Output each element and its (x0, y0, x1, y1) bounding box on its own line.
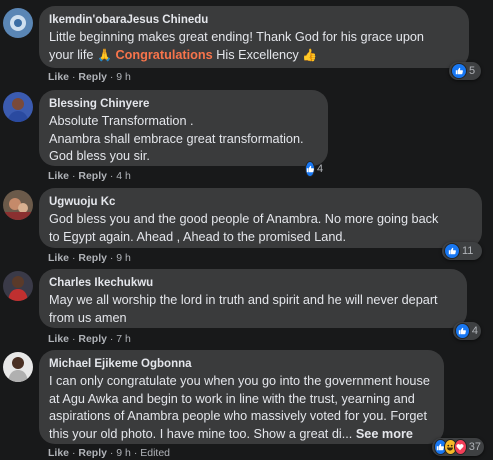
comment-bubble: Ugwuoju Kc God bless you and the good pe… (39, 188, 482, 248)
comment-line: Absolute Transformation . (49, 114, 194, 128)
comment-bubble: Charles Ikechukwu May we all worship the… (39, 269, 467, 328)
comment-text: God bless you and the good people of Ana… (49, 211, 472, 246)
comment-actions: Like · Reply · 9 h · Edited (48, 447, 170, 460)
comment-text: I can only congratulate you when you go … (49, 373, 434, 443)
comment-line: at Agu Awka and begin to work in line wi… (49, 391, 415, 406)
timestamp[interactable]: 9 h (116, 252, 131, 264)
reply-button[interactable]: Reply (78, 170, 107, 182)
like-button[interactable]: Like (48, 71, 69, 83)
like-icon (444, 243, 460, 259)
reply-button[interactable]: Reply (78, 447, 107, 459)
comment-author[interactable]: Blessing Chinyere (49, 97, 318, 112)
avatar[interactable] (3, 92, 33, 122)
reaction-summary[interactable]: 5 (449, 62, 481, 80)
like-icon (305, 161, 315, 177)
separator: · (71, 71, 76, 83)
reaction-count: 11 (462, 245, 474, 257)
reaction-summary[interactable]: 4 (453, 322, 481, 340)
comment-author[interactable]: Ugwuoju Kc (49, 195, 472, 210)
comment-line: May we all worship the lord in truth and… (49, 293, 438, 307)
comment-actions: Like · Reply · 9 h (48, 71, 131, 84)
reaction-summary[interactable]: 4 (303, 160, 325, 178)
comment-line: I can only congratulate you when you go … (49, 374, 430, 388)
comment-line: from us amen (49, 310, 127, 325)
comment-actions: Like · Reply · 9 h (48, 252, 131, 265)
like-icon (455, 323, 470, 339)
comment-line: Anambra shall embrace great transformati… (49, 131, 304, 146)
separator: · (109, 252, 114, 264)
comment-text-segment: His Excellency (216, 47, 299, 62)
reaction-count: 5 (469, 65, 476, 77)
separator: · (109, 333, 114, 345)
comment-text-segment: your life (49, 47, 94, 62)
see-more-link[interactable]: See more (356, 427, 413, 441)
comment-line: your life 🙏 Congratulations His Excellen… (49, 47, 459, 65)
comment-line: God bless you sir. (49, 149, 150, 163)
separator: · (71, 170, 76, 182)
separator: · (109, 71, 114, 83)
congratulations-highlight: Congratulations (115, 47, 213, 62)
comment-bubble: Michael Ejikeme Ogbonna I can only congr… (39, 350, 444, 444)
comment-line: this your old photo. I have mine too. Sh… (49, 426, 434, 444)
comment-author[interactable]: Michael Ejikeme Ogbonna (49, 357, 434, 372)
timestamp[interactable]: 7 h (116, 333, 131, 345)
separator: · (71, 333, 76, 345)
edited-label[interactable]: Edited (140, 447, 170, 459)
avatar[interactable] (3, 8, 33, 38)
timestamp[interactable]: 9 h (116, 71, 131, 83)
comment-actions: Like · Reply · 4 h (48, 170, 131, 183)
comment-bubble: Blessing Chinyere Absolute Transformatio… (39, 90, 328, 166)
timestamp[interactable]: 4 h (116, 170, 131, 182)
reaction-summary[interactable]: 11 (442, 242, 482, 260)
like-button[interactable]: Like (48, 252, 69, 264)
comment-line: Little beginning makes great ending! Tha… (49, 30, 424, 44)
thumbs-up-emoji-icon: 👍 (302, 47, 318, 62)
separator: · (71, 447, 76, 459)
reply-button[interactable]: Reply (78, 252, 107, 264)
comment-line: to Egypt again. Ahead , Ahead to the pro… (49, 229, 346, 244)
separator: · (133, 447, 138, 459)
separator: · (109, 447, 114, 459)
comment-bubble: Ikemdin'obaraJesus Chinedu Little beginn… (39, 6, 469, 68)
like-button[interactable]: Like (48, 447, 69, 459)
like-button[interactable]: Like (48, 333, 69, 345)
pray-emoji-icon: 🙏 (96, 47, 112, 62)
comment-author[interactable]: Ikemdin'obaraJesus Chinedu (49, 13, 459, 28)
comment-text-segment: this your old photo. I have mine too. Sh… (49, 426, 353, 441)
separator: · (109, 170, 114, 182)
comment-author[interactable]: Charles Ikechukwu (49, 276, 457, 291)
reaction-count: 4 (317, 163, 324, 175)
comment-text: Absolute Transformation . Anambra shall … (49, 113, 318, 166)
comment-line: aspirations of Anambra people who massiv… (49, 409, 428, 423)
comment-line: God bless you and the good people of Ana… (49, 212, 439, 226)
separator: · (71, 252, 76, 264)
comment-text: May we all worship the lord in truth and… (49, 292, 457, 327)
avatar[interactable] (3, 190, 33, 220)
reply-button[interactable]: Reply (78, 71, 107, 83)
reaction-count: 4 (471, 325, 478, 337)
reaction-summary[interactable]: 37 (432, 438, 484, 456)
comment-actions: Like · Reply · 7 h (48, 333, 131, 346)
timestamp[interactable]: 9 h (116, 447, 131, 459)
avatar[interactable] (3, 352, 33, 382)
like-icon (451, 63, 467, 79)
love-icon (453, 439, 467, 455)
reaction-count: 37 (468, 441, 482, 453)
comment-text: Little beginning makes great ending! Tha… (49, 29, 459, 64)
like-button[interactable]: Like (48, 170, 69, 182)
avatar[interactable] (3, 271, 33, 301)
reply-button[interactable]: Reply (78, 333, 107, 345)
